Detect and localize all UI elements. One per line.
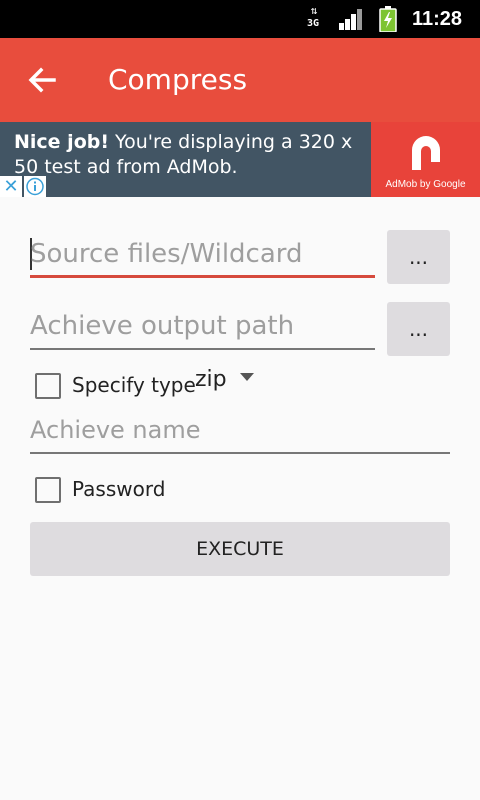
clock: 11:28 xyxy=(412,8,463,30)
network-type: 3G xyxy=(306,18,320,29)
execute-button[interactable]: EXECUTE xyxy=(30,522,450,576)
page-title: Compress xyxy=(108,63,248,96)
ad-byline: AdMob by Google xyxy=(385,179,466,190)
specify-type-checkbox[interactable] xyxy=(35,373,61,399)
source-files-input[interactable]: Source files/Wildcard xyxy=(30,228,375,278)
output-path-input[interactable]: Achieve output path xyxy=(30,300,375,350)
admob-logo-icon xyxy=(412,136,440,170)
app-bar: Compress xyxy=(0,38,480,122)
browse-source-button[interactable]: ... xyxy=(387,230,450,284)
input-underline xyxy=(30,452,450,454)
ad-info-button[interactable] xyxy=(24,176,46,197)
browse-output-button[interactable]: ... xyxy=(387,302,450,356)
archive-name-input[interactable]: Achieve name xyxy=(30,404,450,454)
source-files-placeholder: Source files/Wildcard xyxy=(30,239,303,269)
status-bar: ⇅ 3G 11:28 xyxy=(0,0,480,38)
password-label: Password xyxy=(72,477,166,501)
specify-type-label: Specify type xyxy=(72,373,196,397)
input-underline xyxy=(30,275,375,278)
archive-type-value: zip xyxy=(195,367,227,392)
password-checkbox[interactable] xyxy=(35,477,61,503)
data-arrows-icon: ⇅ xyxy=(310,4,318,17)
archive-type-dropdown[interactable]: zip xyxy=(195,366,261,396)
arrow-left-icon xyxy=(28,67,56,93)
info-icon xyxy=(26,177,44,196)
back-button[interactable] xyxy=(22,60,62,100)
ad-text: Nice job! You're displaying a 320 x 50 t… xyxy=(14,130,366,180)
signal-icon xyxy=(339,9,362,30)
battery-charging-icon xyxy=(379,6,397,32)
ad-banner[interactable]: Nice job! You're displaying a 320 x 50 t… xyxy=(0,122,480,197)
output-path-placeholder: Achieve output path xyxy=(30,311,295,341)
network-indicator: ⇅ 3G xyxy=(304,4,322,32)
ad-close-icon[interactable]: ✕ xyxy=(0,176,22,197)
archive-name-placeholder: Achieve name xyxy=(30,416,201,444)
input-underline xyxy=(30,348,375,350)
ad-headline: Nice job! xyxy=(14,131,110,153)
ad-logo-box[interactable]: AdMob by Google xyxy=(371,122,480,197)
dropdown-triangle-icon xyxy=(240,373,254,381)
